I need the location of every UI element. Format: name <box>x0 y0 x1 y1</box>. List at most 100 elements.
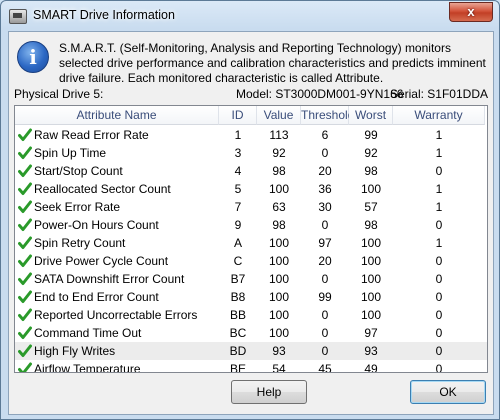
table-row[interactable]: Spin Retry Count A 100 97 100 1 <box>15 234 487 252</box>
attribute-name: Reported Uncorrectable Errors <box>15 306 219 324</box>
smart-drive-info-window: SMART Drive Information x i S.M.A.R.T. (… <box>0 0 500 420</box>
attribute-name: Airflow Temperature <box>15 360 219 372</box>
attribute-name-text: SATA Downshift Error Count <box>34 272 185 286</box>
attribute-threshold: 20 <box>318 254 332 268</box>
info-icon: i <box>17 41 49 73</box>
check-icon <box>18 128 32 141</box>
attribute-worst: 92 <box>364 146 378 160</box>
attribute-name-text: High Fly Writes <box>34 344 116 358</box>
attribute-value: 100 <box>268 254 290 268</box>
attribute-threshold: 0 <box>321 218 329 232</box>
ok-button[interactable]: OK <box>410 380 486 404</box>
table-row[interactable]: SATA Downshift Error Count B7 100 0 100 0 <box>15 270 487 288</box>
attribute-warranty: 0 <box>435 290 443 304</box>
attribute-id: 4 <box>234 164 242 178</box>
attribute-name-text: Start/Stop Count <box>34 164 123 178</box>
attribute-name-text: Drive Power Cycle Count <box>34 254 169 268</box>
attribute-id: BC <box>229 326 247 340</box>
attribute-name-text: Reported Uncorrectable Errors <box>34 308 198 322</box>
attribute-name: Reallocated Sector Count <box>15 180 219 198</box>
table-row[interactable]: Drive Power Cycle Count C 100 20 100 0 <box>15 252 487 270</box>
attribute-threshold: 30 <box>318 200 332 214</box>
attribute-threshold: 45 <box>318 362 332 373</box>
table-row[interactable]: Raw Read Error Rate 1 113 6 99 1 <box>15 126 487 144</box>
col-warranty-header[interactable]: Warranty <box>393 106 485 125</box>
attribute-threshold: 99 <box>318 290 332 304</box>
table-row[interactable]: Start/Stop Count 4 98 20 98 0 <box>15 162 487 180</box>
attribute-worst: 100 <box>360 290 382 304</box>
physical-drive-label: Physical Drive 5: <box>14 87 104 101</box>
attribute-name-text: Raw Read Error Rate <box>34 128 149 142</box>
drive-serial: Serial: S1F01DDA <box>389 87 488 101</box>
attribute-worst: 100 <box>360 308 382 322</box>
attribute-name-text: Power-On Hours Count <box>34 218 159 232</box>
check-icon <box>18 326 32 339</box>
attribute-worst: 100 <box>360 254 382 268</box>
attribute-name: Start/Stop Count <box>15 162 219 180</box>
attribute-threshold: 0 <box>321 308 329 322</box>
attribute-name: Command Time Out <box>15 324 219 342</box>
attribute-id: B7 <box>230 272 246 286</box>
attribute-threshold: 0 <box>321 272 329 286</box>
attribute-name-text: Spin Retry Count <box>34 236 126 250</box>
attribute-warranty: 0 <box>435 308 443 322</box>
table-row[interactable]: Reallocated Sector Count 5 100 36 100 1 <box>15 180 487 198</box>
attribute-value: 100 <box>268 182 290 196</box>
attribute-id: C <box>233 254 243 268</box>
attribute-id: A <box>233 236 242 250</box>
check-icon <box>18 182 32 195</box>
table-row[interactable]: Spin Up Time 3 92 0 92 1 <box>15 144 487 162</box>
table-row[interactable]: Reported Uncorrectable Errors BB 100 0 100 0 <box>15 306 487 324</box>
attribute-name: Drive Power Cycle Count <box>15 252 219 270</box>
attribute-name: Spin Up Time <box>15 144 219 162</box>
check-icon <box>18 218 32 231</box>
attribute-name-text: Seek Error Rate <box>34 200 121 214</box>
table-row[interactable]: Power-On Hours Count 9 98 0 98 0 <box>15 216 487 234</box>
attribute-value: 100 <box>268 326 290 340</box>
check-icon <box>18 200 32 213</box>
attribute-name: Seek Error Rate <box>15 198 219 216</box>
attribute-name-text: Reallocated Sector Count <box>34 182 171 196</box>
attribute-warranty: 1 <box>435 128 443 142</box>
check-icon <box>18 362 32 372</box>
col-id-header[interactable]: ID <box>219 106 257 125</box>
attribute-name: Power-On Hours Count <box>15 216 219 234</box>
attribute-name-text: End to End Error Count <box>34 290 159 304</box>
table-row[interactable]: Command Time Out BC 100 0 97 0 <box>15 324 487 342</box>
col-worst-header[interactable]: Worst <box>349 106 393 125</box>
attribute-value: 113 <box>269 128 289 142</box>
attribute-id: 9 <box>234 218 242 232</box>
check-icon <box>18 236 32 249</box>
window-title: SMART Drive Information <box>33 8 175 22</box>
table-row[interactable]: High Fly Writes BD 93 0 93 0 <box>15 342 487 360</box>
attribute-name: Raw Read Error Rate <box>15 126 219 144</box>
col-attribute-name-header[interactable]: Attribute Name <box>15 106 219 125</box>
attribute-id: 1 <box>234 128 242 142</box>
attribute-value: 100 <box>268 236 290 250</box>
title-bar[interactable]: SMART Drive Information x <box>1 1 499 31</box>
table-row[interactable]: End to End Error Count B8 100 99 100 0 <box>15 288 487 306</box>
table-row[interactable]: Airflow Temperature BE 54 45 49 0 <box>15 360 487 373</box>
close-button[interactable]: x <box>449 2 493 22</box>
col-value-header[interactable]: Value <box>257 106 301 125</box>
check-icon <box>18 272 32 285</box>
attribute-name: Spin Retry Count <box>15 234 219 252</box>
attribute-id: 7 <box>234 200 242 214</box>
attribute-table[interactable]: Attribute Name ID Value Threshold Worst Warra… <box>14 105 488 373</box>
attribute-worst: 98 <box>364 164 378 178</box>
check-icon <box>18 164 32 177</box>
attribute-name: End to End Error Count <box>15 288 219 306</box>
attribute-warranty: 0 <box>435 254 443 268</box>
col-threshold-header[interactable]: Threshold <box>301 106 354 125</box>
attribute-threshold: 97 <box>318 236 332 250</box>
attribute-value: 100 <box>268 290 290 304</box>
help-button[interactable]: Help <box>231 380 307 404</box>
attribute-warranty: 1 <box>435 236 443 250</box>
table-row[interactable]: Seek Error Rate 7 63 30 57 1 <box>15 198 487 216</box>
attribute-value: 100 <box>268 308 290 322</box>
attribute-value: 100 <box>268 272 290 286</box>
attribute-value: 93 <box>272 344 286 358</box>
attribute-warranty: 0 <box>435 344 443 358</box>
attribute-warranty: 1 <box>435 146 443 160</box>
attribute-id: BD <box>229 344 247 358</box>
